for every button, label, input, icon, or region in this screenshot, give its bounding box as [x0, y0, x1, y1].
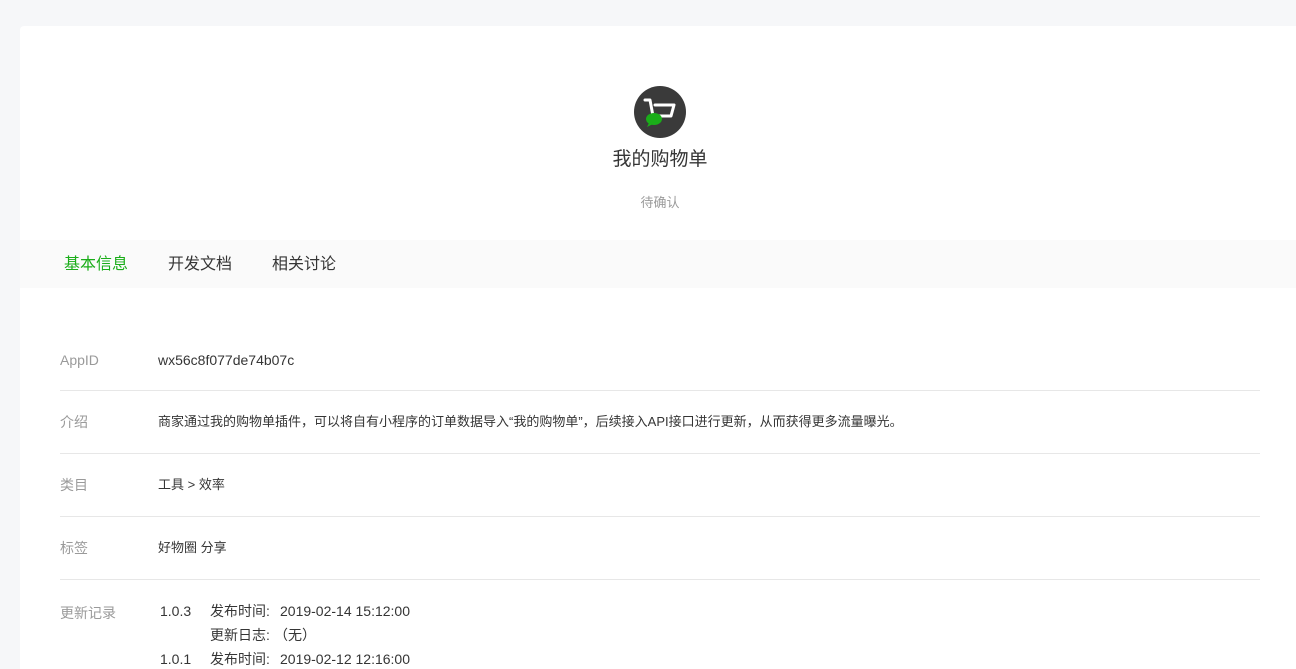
release-time-label: 发布时间:: [210, 603, 270, 619]
tags-row: 标签 好物圈 分享: [60, 517, 1260, 580]
tab-dev-docs[interactable]: 开发文档: [168, 240, 232, 288]
release-time-value: 2019-02-14 15:12:00: [280, 603, 410, 619]
release-time-label: 发布时间:: [210, 651, 270, 667]
tags-value: 好物圈 分享: [158, 540, 227, 555]
changelog-label: 更新记录: [60, 605, 116, 621]
category-label: 类目: [60, 477, 88, 493]
plugin-header: 我的购物单 待确认: [20, 26, 1296, 240]
category-value: 工具 > 效率: [158, 477, 225, 492]
app-name: 我的购物单: [612, 149, 708, 170]
category-row: 类目 工具 > 效率: [60, 454, 1260, 517]
appid-label: AppID: [60, 352, 99, 368]
status-text: 待确认: [640, 195, 680, 210]
version-number: 1.0.1: [160, 651, 192, 667]
appid-value: wx56c8f077de74b07c: [158, 352, 295, 368]
tab-discussion[interactable]: 相关讨论: [272, 240, 336, 288]
intro-value: 商家通过我的购物单插件，可以将自有小程序的订单数据导入“我的购物单”，后续接入A…: [158, 414, 903, 429]
tab-basic-info[interactable]: 基本信息: [64, 240, 128, 288]
changelog-row: 更新记录 1.0.3 发布时间: 2019-02-14 15:12:00 更新日…: [60, 580, 1260, 669]
app-logo: [634, 86, 686, 138]
intro-label: 介绍: [60, 414, 88, 430]
update-log-label: 更新日志:: [210, 627, 270, 643]
update-log-value: （无）: [274, 627, 316, 643]
tags-label: 标签: [60, 540, 88, 556]
basic-info-section: AppID wx56c8f077de74b07c 介绍 商家通过我的购物单插件，…: [60, 288, 1260, 669]
shopping-cart-icon: [643, 98, 676, 127]
intro-row: 介绍 商家通过我的购物单插件，可以将自有小程序的订单数据导入“我的购物单”，后续…: [60, 391, 1260, 454]
release-time-value: 2019-02-12 12:16:00: [280, 651, 410, 667]
appid-row: AppID wx56c8f077de74b07c: [60, 288, 1260, 391]
version-number: 1.0.3: [160, 603, 192, 619]
plugin-detail-card: 我的购物单 待确认 基本信息 开发文档 相关讨论 AppID wx56c8f07…: [20, 26, 1296, 669]
tab-bar: 基本信息 开发文档 相关讨论: [20, 240, 1296, 288]
